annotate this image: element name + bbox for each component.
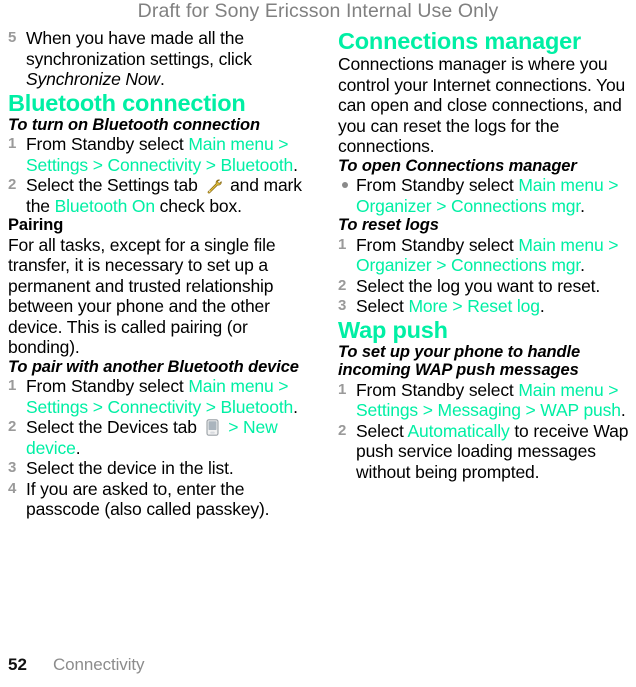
task-title-pair-device: To pair with another Bluetooth device: [8, 357, 299, 376]
step-text-pre: Select: [356, 420, 408, 441]
task-steps-turn-on-bluetooth: 1 From Standby select Main menu > Settin…: [8, 134, 304, 216]
step-text-post: .: [293, 396, 298, 417]
step-text-pre: Select the Devices tab: [26, 417, 202, 437]
step-number: 3: [338, 297, 347, 314]
step-text-pre: If you are asked to, enter the passcode …: [26, 478, 270, 520]
step-text-emphasis: Synchronize Now: [26, 69, 160, 89]
wrench-icon: [205, 177, 223, 194]
draft-watermark-header: Draft for Sony Ericsson Internal Use Onl…: [137, 0, 499, 22]
list-item: 2 Select the Settings tab and mark the B…: [8, 175, 304, 216]
list-item: 2 Select the log you want to reset.: [338, 276, 634, 297]
step-text-post: .: [580, 195, 585, 216]
menu-path: Automatically: [407, 420, 510, 441]
step-text-post: check box.: [154, 195, 242, 216]
step-text: Select the device in the list.: [26, 458, 234, 478]
step-number: 1: [338, 380, 347, 398]
list-item: 3 Select More > Reset log.: [338, 296, 634, 317]
two-column-body: 5 When you have made all the synchroniza…: [0, 28, 636, 640]
menu-path: More > Reset log: [408, 296, 540, 316]
step-number: 4: [8, 479, 17, 497]
step-text-post: .: [293, 154, 298, 175]
step-number: 5: [8, 29, 17, 46]
step-text-post: .: [620, 400, 626, 420]
step-number: 3: [8, 459, 17, 476]
pairing-description: For all tasks, except for a single file …: [8, 234, 276, 358]
page-number: 52: [8, 655, 27, 674]
device-icon: [205, 419, 220, 436]
list-item: 5 When you have made all the synchroniza…: [8, 28, 304, 90]
step-text-pre: From Standby select: [356, 379, 519, 400]
connections-manager-description: Connections manager is where you control…: [338, 54, 626, 156]
step-number: 2: [338, 421, 347, 439]
section-title-wap-push: Wap push: [338, 316, 448, 343]
chapter-name: Connectivity: [53, 655, 145, 674]
page-footer: 52 Connectivity: [8, 655, 308, 679]
task-title-wap-push-setup: To set up your phone to handle incoming …: [338, 342, 581, 380]
step-text-pre: Select: [356, 296, 409, 316]
task-title-reset-logs: To reset logs: [338, 216, 439, 234]
continued-step-list: 5 When you have made all the synchroniza…: [8, 28, 304, 90]
step-text-part1: When you have made all the synchronizati…: [26, 28, 252, 69]
list-item: 3 Select the device in the list.: [8, 458, 304, 479]
step-text-pre: From Standby select: [26, 134, 189, 154]
step-text-pre: Select the device in the list.: [26, 458, 234, 478]
step-number: 2: [338, 276, 347, 294]
section-title-bluetooth: Bluetooth connection: [8, 89, 246, 116]
step-text: Select the Devices tab > New device.: [26, 417, 278, 458]
subheading-pairing: Pairing: [8, 216, 64, 234]
list-item: 2 Select the Devices tab > New device.: [8, 417, 304, 458]
step-text-post: .: [539, 296, 545, 316]
task-title-open-connections-manager: To open Connections manager: [338, 156, 577, 175]
bullet-icon: [342, 182, 348, 188]
step-text: From Standby select Main menu > Organize…: [356, 175, 619, 216]
list-item: 1 From Standby select Main menu > Settin…: [8, 376, 304, 417]
list-item: 1 From Standby select Main menu > Organi…: [338, 235, 634, 276]
step-text-part2: .: [159, 69, 165, 89]
step-text: Select More > Reset log.: [356, 296, 545, 316]
step-text: Select the Settings tab and mark the Blu…: [26, 175, 302, 216]
step-number: 1: [338, 235, 347, 253]
section-title-connections-manager: Connections manager: [338, 28, 581, 54]
step-number: 1: [8, 135, 17, 152]
task-steps-reset-logs: 1 From Standby select Main menu > Organi…: [338, 235, 634, 317]
step-text-pre: From Standby select: [356, 234, 519, 255]
list-item: 2 Select Automatically to receive Wap pu…: [338, 421, 634, 483]
step-text: From Standby select Main menu > Settings…: [26, 376, 298, 417]
right-column: Connections manager Connections manager …: [338, 28, 634, 482]
menu-path: Bluetooth On: [54, 195, 156, 216]
step-text-pre: From Standby select: [26, 376, 189, 396]
task-steps-wap-push-setup: 1 From Standby select Main menu > Settin…: [338, 380, 634, 483]
step-text: From Standby select Main menu > Settings…: [26, 134, 298, 175]
step-text-pre: Select the log you want to reset.: [356, 275, 601, 296]
list-item: 4 If you are asked to, enter the passcod…: [8, 479, 304, 520]
step-text: Select the log you want to reset.: [356, 276, 600, 296]
list-item: 1 From Standby select Main menu > Settin…: [8, 134, 304, 175]
step-number: 1: [8, 377, 17, 394]
step-text-pre: From Standby select: [356, 175, 519, 195]
step-text: Select Automatically to receive Wap push…: [356, 421, 628, 482]
step-number: 2: [8, 176, 17, 193]
task-title-turn-on-bluetooth: To turn on Bluetooth connection: [8, 115, 260, 134]
step-text: When you have made all the synchronizati…: [26, 28, 252, 89]
step-text-post: .: [580, 255, 585, 275]
step-text: If you are asked to, enter the passcode …: [26, 478, 270, 520]
task-steps-open-connections-manager: From Standby select Main menu > Organize…: [338, 175, 634, 216]
step-text-pre: Select the Settings tab: [26, 175, 203, 195]
step-text-post: .: [75, 437, 81, 458]
list-item: 1 From Standby select Main menu > Settin…: [338, 380, 634, 421]
task-steps-pair-device: 1 From Standby select Main menu > Settin…: [8, 376, 304, 520]
list-item: From Standby select Main menu > Organize…: [338, 175, 634, 216]
step-text: From Standby select Main menu > Organize…: [356, 234, 619, 276]
step-number: 2: [8, 418, 17, 435]
left-column: 5 When you have made all the synchroniza…: [8, 28, 304, 520]
manual-page: Draft for Sony Ericsson Internal Use Onl…: [0, 0, 636, 687]
step-text: From Standby select Main menu > Settings…: [356, 380, 626, 421]
